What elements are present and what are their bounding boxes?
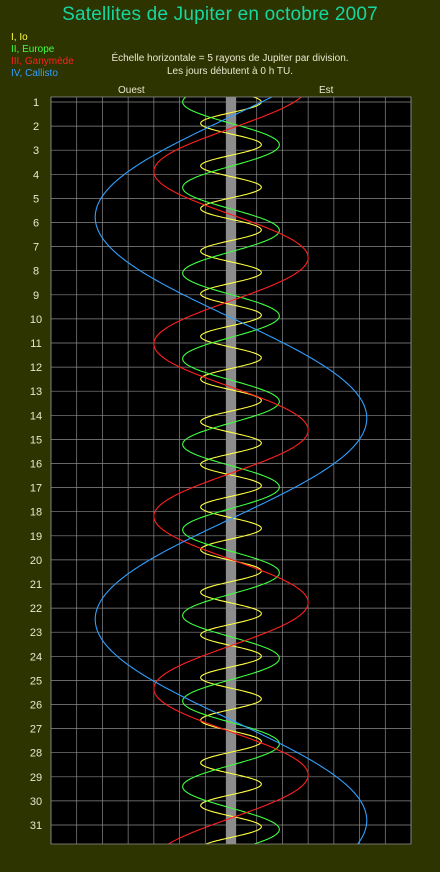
day-tick-label: 10 xyxy=(30,314,42,326)
day-tick-label: 9 xyxy=(33,290,39,302)
day-tick-label: 30 xyxy=(30,796,42,808)
day-tick-label: 1 xyxy=(33,97,39,109)
day-tick-label: 7 xyxy=(33,242,39,254)
chart-frame: Satellites de Jupiter en octobre 2007 I,… xyxy=(0,0,440,872)
day-tick-label: 20 xyxy=(30,555,42,567)
day-tick-label: 21 xyxy=(30,579,42,591)
day-tick-label: 18 xyxy=(30,507,42,519)
day-tick-label: 25 xyxy=(30,675,42,687)
day-tick-label: 4 xyxy=(33,169,39,181)
day-tick-label: 17 xyxy=(30,483,42,495)
day-tick-label: 31 xyxy=(30,820,42,832)
day-tick-label: 24 xyxy=(30,651,42,663)
day-tick-label: 3 xyxy=(33,145,39,157)
day-tick-label: 28 xyxy=(30,748,42,760)
day-tick-label: 15 xyxy=(30,434,42,446)
day-tick-label: 14 xyxy=(30,410,42,422)
day-tick-label: 6 xyxy=(33,218,39,230)
day-tick-label: 8 xyxy=(33,266,39,278)
day-tick-label: 23 xyxy=(30,627,42,639)
day-tick-label: 29 xyxy=(30,772,42,784)
day-tick-label: 13 xyxy=(30,386,42,398)
day-tick-label: 2 xyxy=(33,121,39,133)
day-tick-label: 22 xyxy=(30,603,42,615)
day-tick-label: 11 xyxy=(30,338,41,350)
day-tick-label: 19 xyxy=(30,531,42,543)
day-tick-label: 16 xyxy=(30,459,42,471)
day-tick-label: 12 xyxy=(30,362,42,374)
day-tick-label: 27 xyxy=(30,724,42,736)
day-tick-label: 26 xyxy=(30,700,42,712)
plot-area: 1234567891011121314151617181920212223242… xyxy=(30,96,412,845)
day-tick-label: 5 xyxy=(33,193,39,205)
